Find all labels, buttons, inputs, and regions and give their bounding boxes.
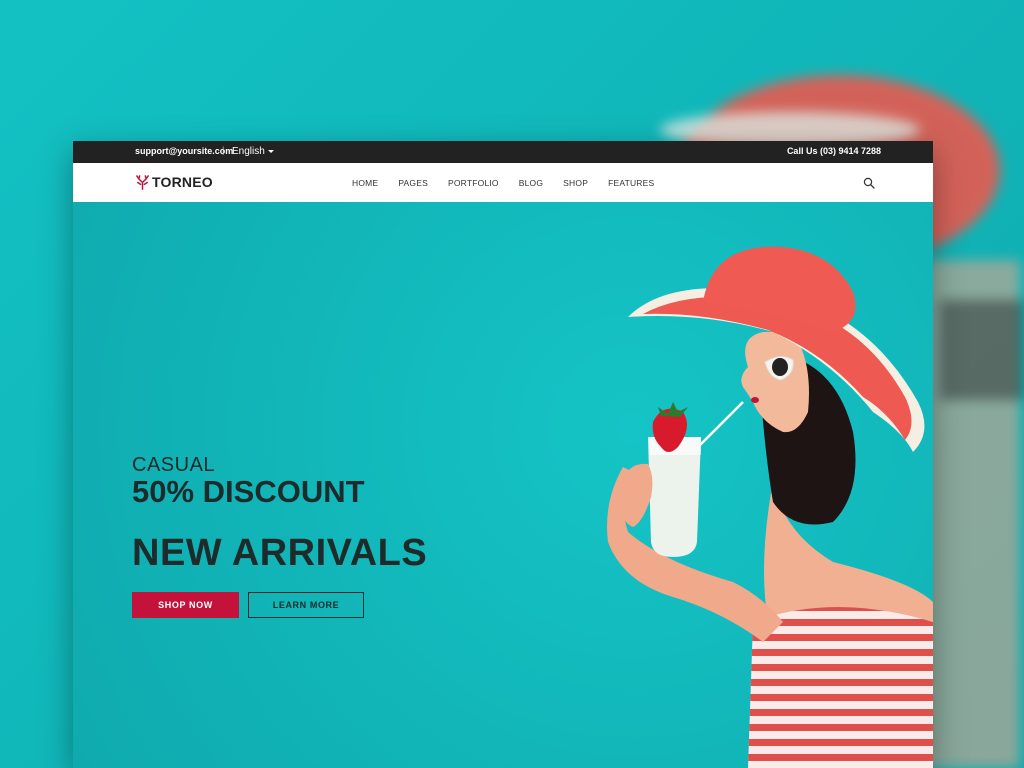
hero-banner: CASUAL 50% DISCOUNT NEW ARRIVALS SHOP NO… — [73, 202, 933, 768]
menu-item-home[interactable]: HOME — [352, 178, 378, 188]
logo-text: TORNEO — [152, 174, 213, 190]
model-hero-image — [607, 246, 933, 768]
top-bar: support@yoursite.com | English Call Us (… — [73, 141, 933, 163]
antler-logo-icon — [136, 174, 149, 190]
caret-down-icon — [267, 149, 274, 153]
hero-headline: NEW ARRIVALS — [132, 532, 428, 574]
top-bar-separator: | — [222, 145, 225, 155]
logo[interactable]: TORNEO — [135, 174, 213, 190]
language-label: English — [232, 146, 265, 157]
shop-now-button[interactable]: SHOP NOW — [132, 592, 239, 618]
hero-discount: 50% DISCOUNT — [132, 474, 365, 509]
phone-number: Call Us (03) 9414 7288 — [786, 146, 881, 156]
menu-item-pages[interactable]: PAGES — [398, 178, 428, 188]
menu-item-blog[interactable]: BLOG — [519, 178, 543, 188]
menu-item-portfolio[interactable]: PORTFOLIO — [448, 178, 499, 188]
menu-item-shop[interactable]: SHOP — [563, 178, 588, 188]
menu-item-features[interactable]: FEATURES — [608, 178, 654, 188]
support-email-link[interactable]: support@yoursite.com — [135, 146, 233, 156]
language-selector[interactable]: English — [232, 146, 274, 157]
learn-more-button[interactable]: LEARN MORE — [248, 592, 364, 618]
search-icon[interactable] — [863, 177, 875, 189]
website-frame: support@yoursite.com | English Call Us (… — [73, 141, 933, 768]
main-menu: HOME PAGES PORTFOLIO BLOG SHOP FEATURES — [352, 178, 674, 188]
main-navbar: TORNEO HOME PAGES PORTFOLIO BLOG SHOP FE… — [73, 163, 933, 202]
